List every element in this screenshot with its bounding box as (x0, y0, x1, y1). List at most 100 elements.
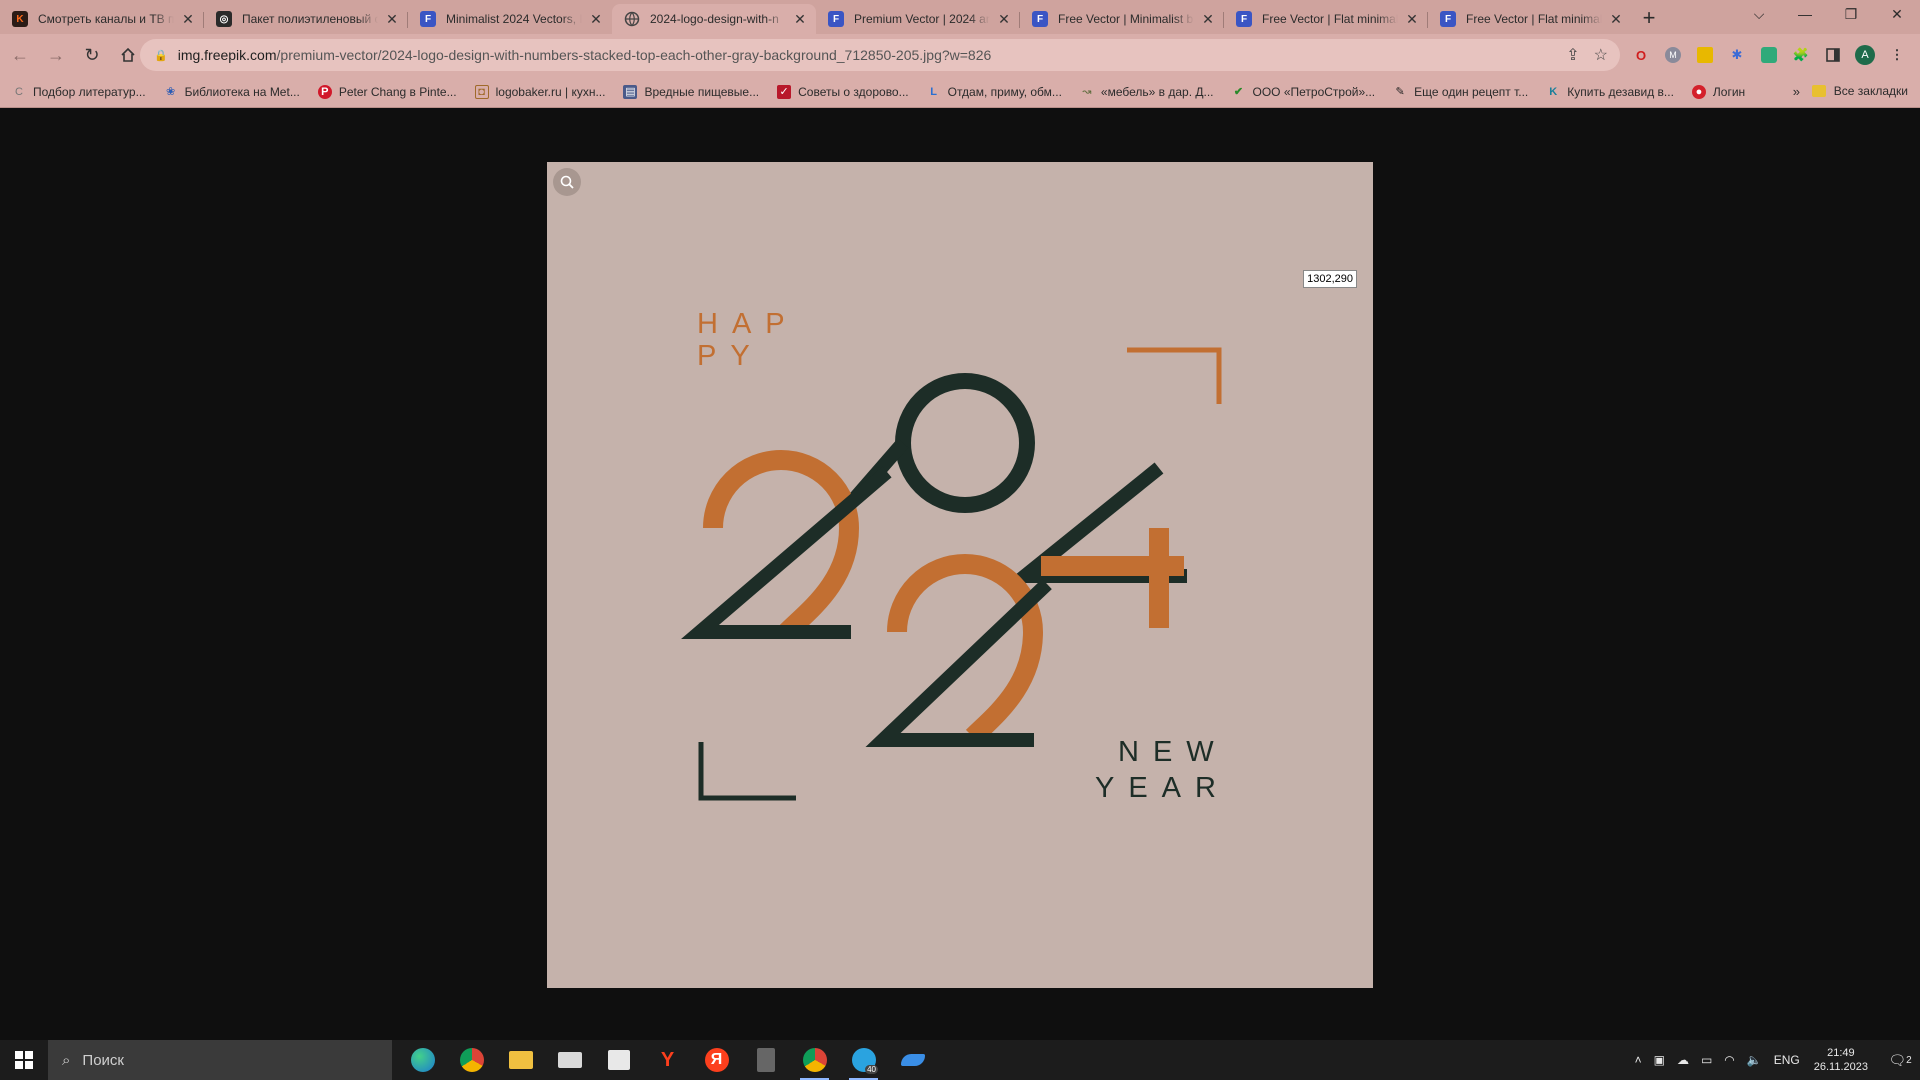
bookmark-item[interactable]: ▤ Вредные пищевые... (623, 84, 760, 99)
bookmark-label: logobaker.ru | кухн... (495, 84, 606, 99)
browser-tab[interactable]: F Free Vector | Flat minimal ✕ (1224, 4, 1428, 34)
extensions-puzzle-icon[interactable]: 🧩 (1790, 44, 1812, 66)
telegram-app-icon[interactable]: 40 (839, 1040, 888, 1080)
search-icon: ⌕ (62, 1051, 71, 1069)
browser-tab[interactable]: K Смотреть каналы и ТВ пр ✕ (0, 4, 204, 34)
windows-logo-icon (15, 1051, 33, 1069)
chrome-profile-running-icon[interactable] (790, 1040, 839, 1080)
bookmark-item[interactable]: L Отдам, приму, обм... (927, 85, 1062, 99)
close-tab-icon[interactable]: ✕ (180, 11, 196, 27)
bookmark-label: Советы о здорово... (798, 84, 909, 99)
forward-arrow-icon[interactable]: → (40, 39, 72, 71)
freepik-icon: F (828, 11, 844, 27)
taskbar-search-box[interactable]: ⌕ Поиск (48, 1040, 392, 1080)
all-bookmarks-button[interactable]: Все закладки (1811, 84, 1908, 98)
yandex-app-icon[interactable]: Я (692, 1040, 741, 1080)
zoom-magnifier-icon[interactable] (553, 168, 581, 196)
bookmark-label: Подбор литератур... (33, 84, 146, 99)
close-tab-icon[interactable]: ✕ (384, 11, 400, 27)
tab-title: 2024-logo-design-with-n (650, 12, 779, 26)
bookmark-label: Библиотека на Met... (184, 84, 300, 99)
chrome-app-icon[interactable] (447, 1040, 496, 1080)
bookmark-label: «мебель» в дар. Д... (1100, 84, 1214, 99)
file-explorer-icon[interactable] (496, 1040, 545, 1080)
reload-icon[interactable]: ↻ (76, 39, 108, 71)
browser-tab[interactable]: F Minimalist 2024 Vectors, I ✕ (408, 4, 612, 34)
bookmark-library-icon: ❀ (165, 86, 176, 98)
bookmarks-overflow-button[interactable]: » (1793, 84, 1800, 99)
taskbar-clock[interactable]: 21:49 26.11.2023 (1814, 1046, 1868, 1074)
star-icon[interactable]: ☆ (1594, 45, 1608, 65)
notifications-button[interactable]: 🗨 2 (1880, 1040, 1920, 1080)
browser-tab[interactable]: F Free Vector | Minimalist b ✕ (1020, 4, 1224, 34)
close-tab-icon[interactable]: ✕ (588, 11, 604, 27)
extension-m-icon[interactable]: M (1662, 44, 1684, 66)
close-tab-icon[interactable]: ✕ (1404, 11, 1420, 27)
url-path: /premium-vector/2024-logo-design-with-nu… (276, 47, 992, 63)
kinopoisk-icon: K (12, 11, 28, 27)
battery-icon[interactable]: ▭ (1701, 1053, 1712, 1067)
tab-search-chevron-icon[interactable]: ⌵ (1736, 0, 1782, 30)
edge-app-icon[interactable] (398, 1040, 447, 1080)
yandex-browser-icon[interactable]: Y (643, 1040, 692, 1080)
close-tab-icon[interactable]: ✕ (792, 11, 808, 27)
browser-tab[interactable]: F Premium Vector | 2024 an ✕ (816, 4, 1020, 34)
browser-tab[interactable]: ◎ Пакет полиэтиленовый с ✕ (204, 4, 408, 34)
bookmark-doc-icon: ▤ (623, 84, 638, 99)
profile-avatar[interactable]: A (1854, 44, 1876, 66)
close-tab-icon[interactable]: ✕ (1608, 11, 1624, 27)
bookmark-item[interactable]: K Купить дезавид в... (1546, 85, 1674, 99)
close-window-icon[interactable]: ✕ (1874, 0, 1920, 30)
back-arrow-icon[interactable]: ← (4, 39, 36, 71)
bookmark-item[interactable]: ↝ «мебель» в дар. Д... (1080, 84, 1214, 99)
share-icon[interactable]: ⇪ (1566, 45, 1579, 65)
opera-vpn-icon[interactable]: O (1630, 44, 1652, 66)
bookmark-label: Отдам, приму, обм... (947, 84, 1062, 99)
address-bar[interactable]: 🔒 img.freepik.com/premium-vector/2024-lo… (140, 39, 1620, 71)
tray-device-icon[interactable]: ▣ (1654, 1053, 1665, 1067)
close-tab-icon[interactable]: ✕ (996, 11, 1012, 27)
profile-initial: A (1855, 45, 1875, 65)
close-tab-icon[interactable]: ✕ (1200, 11, 1216, 27)
browser-tab[interactable]: F Free Vector | Flat minimal ✕ (1428, 4, 1632, 34)
calculator-app-icon[interactable] (741, 1040, 790, 1080)
onedrive-icon[interactable]: ☁ (1677, 1053, 1689, 1067)
restore-icon[interactable]: ❐ (1828, 0, 1874, 30)
bookmark-label: Вредные пищевые... (644, 84, 760, 99)
side-panel-icon[interactable] (1822, 44, 1844, 66)
bookmark-item[interactable]: P Peter Chang в Pinte... (317, 84, 457, 99)
volume-icon[interactable]: 🔈 (1747, 1053, 1762, 1067)
bookmark-recipe-icon: ✎ (1395, 86, 1405, 98)
bookmark-item[interactable]: ◘ logobaker.ru | кухн... (474, 84, 606, 99)
tab-title: Смотреть каналы и ТВ пр (38, 12, 174, 26)
browser-tab-active[interactable]: 2024-logo-design-with-n ✕ (612, 4, 816, 34)
bookmark-item[interactable]: ✓ Советы о здорово... (777, 84, 909, 99)
menu-kebab-icon[interactable]: ⋮ (1886, 44, 1908, 66)
tray-chevron-icon[interactable]: ˄ (1635, 1053, 1642, 1067)
bookmark-l-icon: L (930, 85, 937, 98)
extension-green-icon[interactable] (1758, 44, 1780, 66)
minimize-icon[interactable]: — (1782, 0, 1828, 30)
pinned-app-icon[interactable] (888, 1040, 937, 1080)
new-tab-button[interactable]: + (1632, 4, 1666, 34)
bookmark-item[interactable]: ✔ ООО «ПетроСтрой»... (1232, 85, 1375, 99)
bookmark-item[interactable]: ✎ Еще один рецепт т... (1393, 84, 1529, 99)
lock-icon[interactable]: 🔒 (154, 49, 168, 62)
windows-start-button[interactable] (0, 1040, 48, 1080)
year-text: YEAR (1095, 772, 1230, 804)
bookmark-label: Peter Chang в Pinte... (338, 84, 457, 99)
displayed-image[interactable]: HAP PY NEW YEAR 1302,290 (547, 162, 1373, 988)
extension-yellow-icon[interactable] (1694, 44, 1716, 66)
bookmark-item[interactable]: ❀ Библиотека на Met... (164, 85, 300, 99)
bookmark-label: Еще один рецепт т... (1414, 84, 1529, 99)
system-tray: ˄ ▣ ☁ ▭ ◠ 🔈 ENG 21:49 26.11.2023 🗨 2 (1629, 1040, 1920, 1080)
package-site-icon: ◎ (216, 11, 232, 27)
wifi-icon[interactable]: ◠ (1724, 1053, 1734, 1067)
mail-app-icon[interactable] (545, 1040, 594, 1080)
bookmark-item[interactable]: C Подбор литератур... (12, 85, 146, 99)
extension-puzzle-color-icon[interactable]: ✱ (1726, 44, 1748, 66)
tab-title: Premium Vector | 2024 an (854, 12, 990, 26)
store-app-icon[interactable] (594, 1040, 643, 1080)
bookmark-item[interactable]: ● Логин (1691, 84, 1745, 99)
language-indicator[interactable]: ENG (1774, 1053, 1800, 1067)
